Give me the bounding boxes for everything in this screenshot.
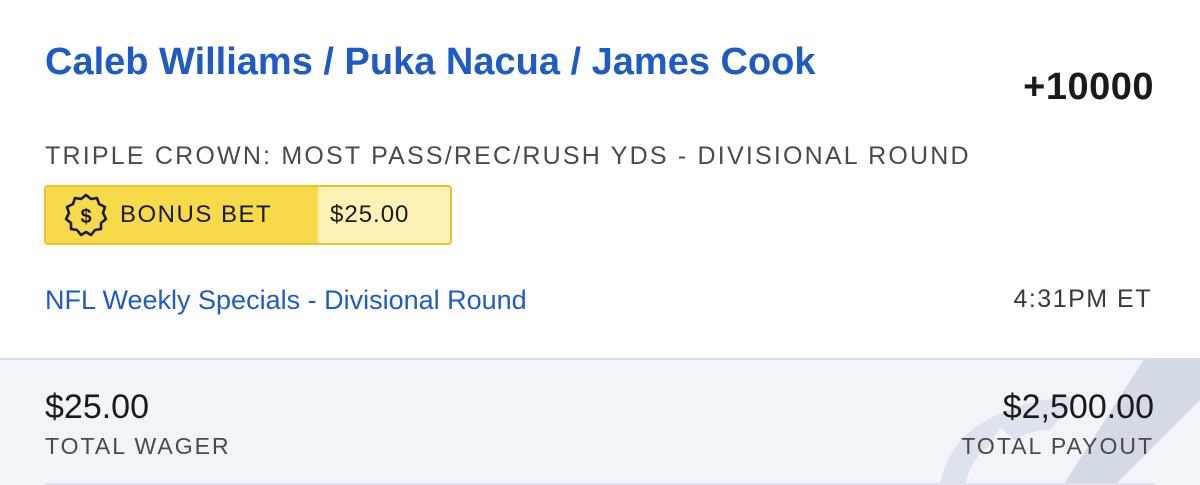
dollar-badge-icon: $	[64, 193, 108, 237]
bonus-bet-label: BONUS BET	[120, 201, 273, 228]
total-wager-amount: $25.00	[45, 388, 149, 426]
bet-card: Caleb Williams / Puka Nacua / James Cook…	[0, 0, 1200, 358]
total-payout-amount: $2,500.00	[1002, 388, 1154, 426]
bet-selection-title[interactable]: Caleb Williams / Puka Nacua / James Cook	[45, 36, 845, 88]
total-payout-label: TOTAL PAYOUT	[961, 433, 1154, 459]
total-wager-label: TOTAL WAGER	[45, 433, 231, 459]
bet-odds: +10000	[1023, 66, 1154, 108]
league-link[interactable]: NFL Weekly Specials - Divisional Round	[45, 285, 527, 316]
bet-time: 4:31PM ET	[1013, 285, 1152, 313]
bonus-bet-label-area: $ BONUS BET	[46, 187, 318, 243]
bonus-bet-amount: $25.00	[318, 187, 450, 243]
bonus-bet-badge: $ BONUS BET $25.00	[44, 185, 452, 245]
bet-summary: $25.00 TOTAL WAGER $2,500.00 TOTAL PAYOU…	[0, 360, 1200, 485]
bet-market: TRIPLE CROWN: MOST PASS/REC/RUSH YDS - D…	[45, 142, 971, 170]
svg-text:$: $	[80, 206, 91, 228]
